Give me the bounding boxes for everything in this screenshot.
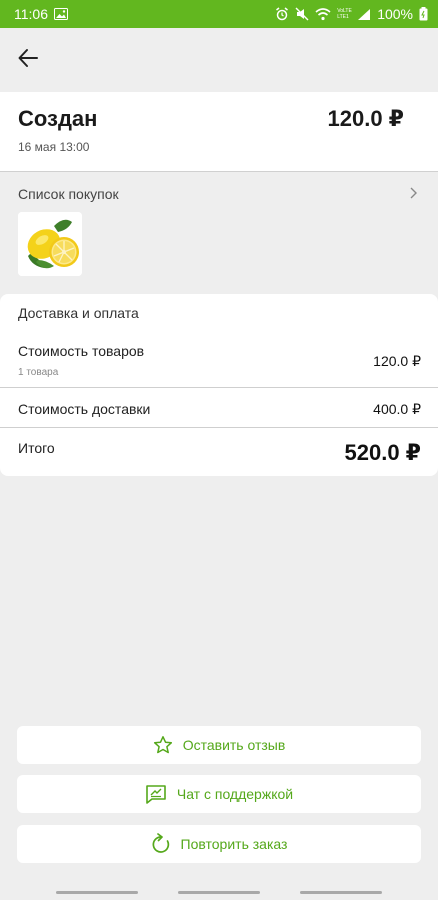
- order-date: 16 мая 13:00: [18, 140, 90, 154]
- status-right: VoLTE LTE1 100%: [275, 6, 428, 22]
- back-button[interactable]: [14, 44, 42, 72]
- mute-icon: [295, 7, 309, 21]
- purchase-list-section[interactable]: Список покупок: [0, 174, 438, 284]
- leave-review-label: Оставить отзыв: [182, 737, 286, 753]
- delivery-cost-value: 400.0 ₽: [373, 401, 421, 417]
- goods-cost-value: 120.0 ₽: [373, 353, 421, 369]
- chevron-right-icon[interactable]: [408, 186, 418, 205]
- image-notification-icon: [54, 8, 68, 20]
- star-icon: [153, 736, 172, 754]
- nav-home-button[interactable]: [178, 891, 260, 894]
- total-value: 520.0 ₽: [344, 440, 421, 465]
- order-header: Создан 16 мая 13:00 120.0 ₽: [0, 92, 438, 172]
- order-total: 120.0 ₽: [327, 106, 404, 131]
- battery-percent: 100%: [377, 6, 413, 22]
- signal-icon: [357, 8, 371, 21]
- status-bar: 11:06 VoLTE LTE1 100%: [0, 0, 438, 28]
- system-nav-bar: [0, 884, 438, 900]
- support-chat-label: Чат с поддержкой: [176, 786, 294, 802]
- delivery-cost-label: Стоимость доставки: [18, 401, 151, 417]
- alarm-icon: [275, 7, 289, 21]
- total-label: Итого: [18, 440, 55, 456]
- leave-review-button[interactable]: Оставить отзыв: [17, 726, 421, 764]
- product-thumbnail[interactable]: [18, 212, 82, 276]
- divider: [0, 427, 438, 428]
- wifi-icon: [315, 7, 331, 21]
- repeat-order-button[interactable]: Повторить заказ: [17, 825, 421, 863]
- status-time: 11:06: [14, 6, 48, 22]
- chat-icon: [146, 785, 166, 804]
- purchase-list-title: Список покупок: [18, 186, 119, 202]
- lte-label: VoLTE LTE1: [337, 8, 352, 20]
- delivery-payment-card: Доставка и оплата Стоимость товаров 1 то…: [0, 294, 438, 476]
- lemon-image: [18, 212, 82, 276]
- nav-recents-button[interactable]: [56, 891, 138, 894]
- delivery-payment-title: Доставка и оплата: [18, 305, 139, 321]
- toolbar: [0, 28, 438, 88]
- repeat-order-label: Повторить заказ: [180, 836, 288, 852]
- battery-icon: [419, 7, 428, 21]
- arrow-left-icon: [18, 49, 38, 67]
- status-left: 11:06: [14, 6, 68, 22]
- order-status: Создан: [18, 106, 98, 131]
- goods-count: 1 товара: [18, 367, 59, 378]
- support-chat-button[interactable]: Чат с поддержкой: [17, 775, 421, 813]
- goods-cost-label: Стоимость товаров: [18, 343, 145, 359]
- nav-back-button[interactable]: [300, 891, 382, 894]
- refresh-icon: [152, 833, 169, 853]
- divider: [0, 387, 438, 388]
